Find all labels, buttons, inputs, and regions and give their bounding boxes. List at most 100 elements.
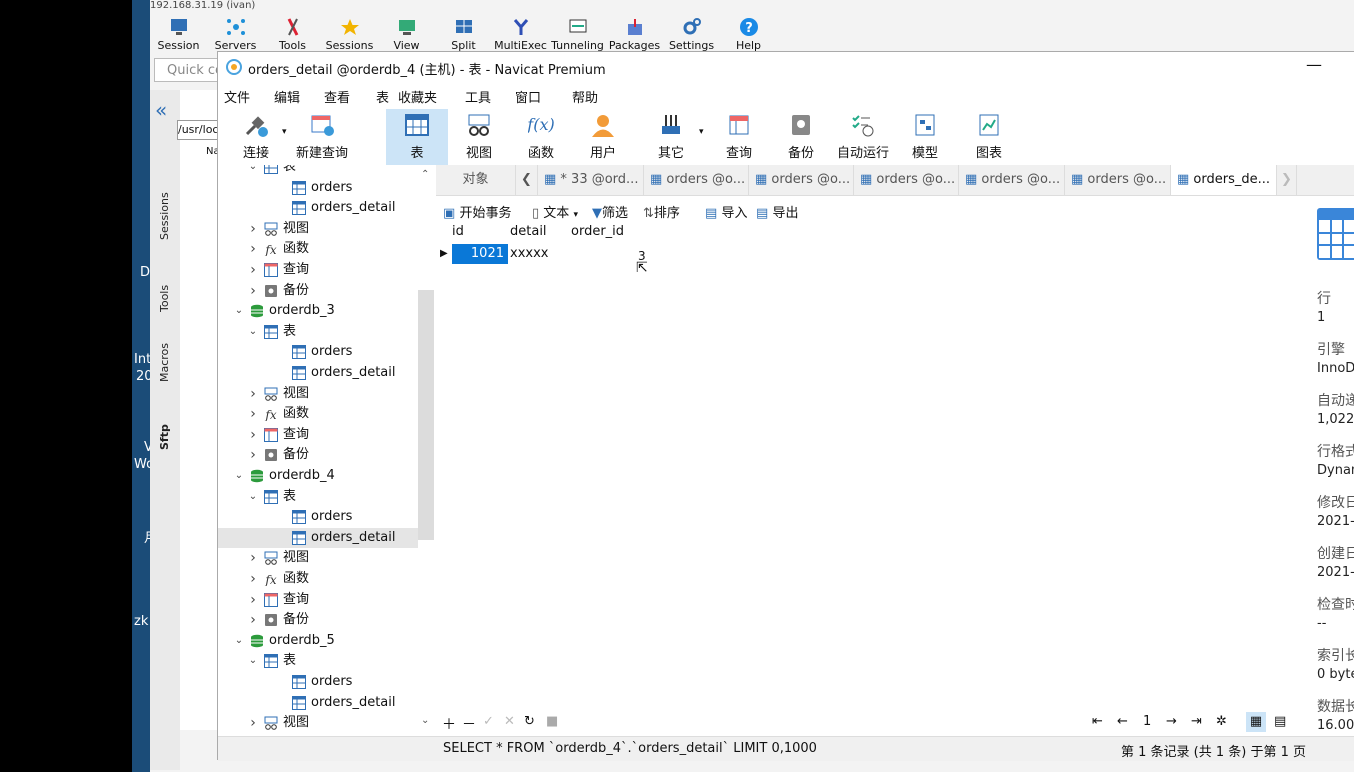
user-button[interactable]: 用户: [582, 109, 624, 165]
add-record-button[interactable]: ＋: [442, 714, 456, 734]
tree-folder-queries[interactable]: › 查询: [218, 260, 418, 280]
chart-button[interactable]: 图表: [968, 109, 1010, 165]
tab-objects[interactable]: 对象: [436, 165, 516, 195]
function-button[interactable]: f(x) 函数: [520, 109, 562, 165]
chevron-right-icon[interactable]: ›: [246, 219, 260, 239]
chevron-down-icon[interactable]: ⌄: [232, 631, 246, 651]
automation-button[interactable]: 自动运行: [834, 109, 892, 165]
discard-changes-button[interactable]: ✕: [504, 714, 515, 729]
collapse-icon[interactable]: «: [155, 98, 167, 122]
page-number[interactable]: 1: [1143, 714, 1151, 729]
chevron-down-icon[interactable]: ⌄: [246, 487, 260, 507]
chevron-right-icon[interactable]: ›: [246, 445, 260, 465]
scroll-right-button[interactable]: ❯: [1277, 165, 1297, 195]
tools-button[interactable]: Tools: [264, 10, 321, 54]
view-button[interactable]: View: [378, 10, 435, 54]
grid-view-button[interactable]: ▦: [1246, 712, 1266, 732]
chevron-down-icon[interactable]: ⌄: [246, 165, 260, 177]
menu-view[interactable]: 查看: [324, 87, 350, 106]
table-button[interactable]: 表: [386, 109, 448, 165]
sftp-file-list[interactable]: [180, 90, 218, 730]
import-button[interactable]: ▤ 导入: [705, 202, 747, 221]
chevron-down-icon[interactable]: ⌄: [232, 301, 246, 321]
tree-table-orders[interactable]: orders: [218, 672, 418, 692]
quick-connect-input[interactable]: Quick co: [154, 58, 220, 82]
tree-folder-queries[interactable]: › 查询: [218, 590, 418, 610]
gear-icon[interactable]: ✲: [1216, 714, 1227, 729]
chevron-right-icon[interactable]: ›: [246, 548, 260, 568]
tree-folder-tables[interactable]: ⌄ 表: [218, 322, 418, 342]
tab-sessions[interactable]: Sessions: [158, 192, 171, 240]
menu-help[interactable]: 帮助: [572, 87, 598, 106]
tree-folder-views[interactable]: › 视图: [218, 219, 418, 239]
data-grid[interactable]: id detail order_id ▶ 1021 xxxxx 3 ⇱: [436, 222, 856, 276]
tree-folder-backups[interactable]: › 备份: [218, 610, 418, 630]
last-page-button[interactable]: ⇥: [1191, 714, 1202, 729]
column-header-order-id[interactable]: order_id: [571, 224, 624, 239]
tree-database-orderdb-4[interactable]: ⌄ orderdb_4: [218, 466, 418, 486]
tree-folder-queries[interactable]: › 查询: [218, 425, 418, 445]
column-header-id[interactable]: id: [452, 224, 464, 239]
chevron-right-icon[interactable]: ›: [246, 425, 260, 445]
tree-folder-views[interactable]: › 视图: [218, 384, 418, 404]
tree-folder-views[interactable]: › 视图: [218, 713, 418, 733]
new-query-button[interactable]: 新建查询: [294, 109, 350, 165]
chevron-down-icon[interactable]: ⌄: [421, 715, 429, 726]
tree-folder-tables[interactable]: ⌄ 表: [218, 165, 418, 177]
tab-tools[interactable]: Tools: [158, 285, 171, 312]
tree-table-orders-detail[interactable]: orders_detail: [218, 198, 418, 218]
chevron-right-icon[interactable]: ›: [246, 384, 260, 404]
tab-macros[interactable]: Macros: [158, 343, 171, 382]
tab-orders[interactable]: ▦ orders @o...: [749, 165, 854, 195]
chevron-right-icon[interactable]: ›: [246, 260, 260, 280]
tree-folder-views[interactable]: › 视图: [218, 548, 418, 568]
tree-folder-backups[interactable]: › 备份: [218, 281, 418, 301]
stop-button[interactable]: ■: [546, 714, 558, 729]
menu-tools[interactable]: 工具: [465, 87, 491, 106]
tree-folder-tables[interactable]: ⌄ 表: [218, 651, 418, 671]
packages-button[interactable]: Packages: [606, 10, 663, 54]
other-button[interactable]: 其它: [650, 109, 692, 165]
sessions-button[interactable]: Sessions: [321, 10, 378, 54]
tab-sftp[interactable]: Sftp: [158, 424, 171, 450]
apply-changes-button[interactable]: ✓: [483, 714, 494, 729]
tree-folder-backups[interactable]: › 备份: [218, 445, 418, 465]
cell-detail[interactable]: xxxxx: [510, 244, 548, 264]
menu-file[interactable]: 文件: [224, 87, 250, 106]
tree-table-orders[interactable]: orders: [218, 178, 418, 198]
chevron-down-icon[interactable]: ⌄: [246, 322, 260, 342]
session-button[interactable]: Session: [150, 10, 207, 54]
cell-id[interactable]: 1021: [452, 244, 508, 264]
tab-orders[interactable]: ▦ orders @o...: [1065, 165, 1171, 195]
tree-folder-functions[interactable]: › fx 函数: [218, 239, 418, 259]
menu-edit[interactable]: 编辑: [274, 87, 300, 106]
backup-button[interactable]: 备份: [780, 109, 822, 165]
form-view-button[interactable]: ▤: [1274, 714, 1286, 729]
dropdown-arrow-icon[interactable]: ▾: [282, 127, 287, 137]
tree-table-orders-detail[interactable]: orders_detail: [218, 527, 418, 548]
model-button[interactable]: 模型: [904, 109, 946, 165]
connect-button[interactable]: 连接: [232, 109, 280, 165]
tunneling-button[interactable]: Tunneling: [549, 10, 606, 54]
column-header-detail[interactable]: detail: [510, 224, 547, 239]
first-page-button[interactable]: ⇤: [1092, 714, 1103, 729]
filter-button[interactable]: ▼筛选: [592, 202, 628, 221]
dropdown-arrow-icon[interactable]: ▾: [699, 127, 704, 137]
tab-orders-detail[interactable]: ▦ orders_de...: [1171, 165, 1277, 195]
next-page-button[interactable]: →: [1166, 714, 1177, 729]
sort-button[interactable]: ⇅排序: [643, 202, 680, 221]
query-button[interactable]: 查询: [718, 109, 760, 165]
tree-table-orders[interactable]: orders: [218, 342, 418, 362]
tree-folder-functions[interactable]: › fx 函数: [218, 404, 418, 424]
settings-button[interactable]: Settings: [663, 10, 720, 54]
view-button[interactable]: 视图: [458, 109, 500, 165]
scroll-left-button[interactable]: ❮: [516, 165, 538, 195]
sftp-path-input[interactable]: /usr/loc: [177, 120, 219, 140]
refresh-button[interactable]: ↻: [524, 714, 535, 729]
tree-table-orders-detail[interactable]: orders_detail: [218, 363, 418, 383]
export-button[interactable]: ▤ 导出: [756, 202, 798, 221]
chevron-right-icon[interactable]: ›: [246, 281, 260, 301]
delete-record-button[interactable]: －: [462, 714, 476, 734]
chevron-right-icon[interactable]: ›: [246, 590, 260, 610]
begin-transaction-button[interactable]: ▣ 开始事务: [443, 202, 511, 221]
